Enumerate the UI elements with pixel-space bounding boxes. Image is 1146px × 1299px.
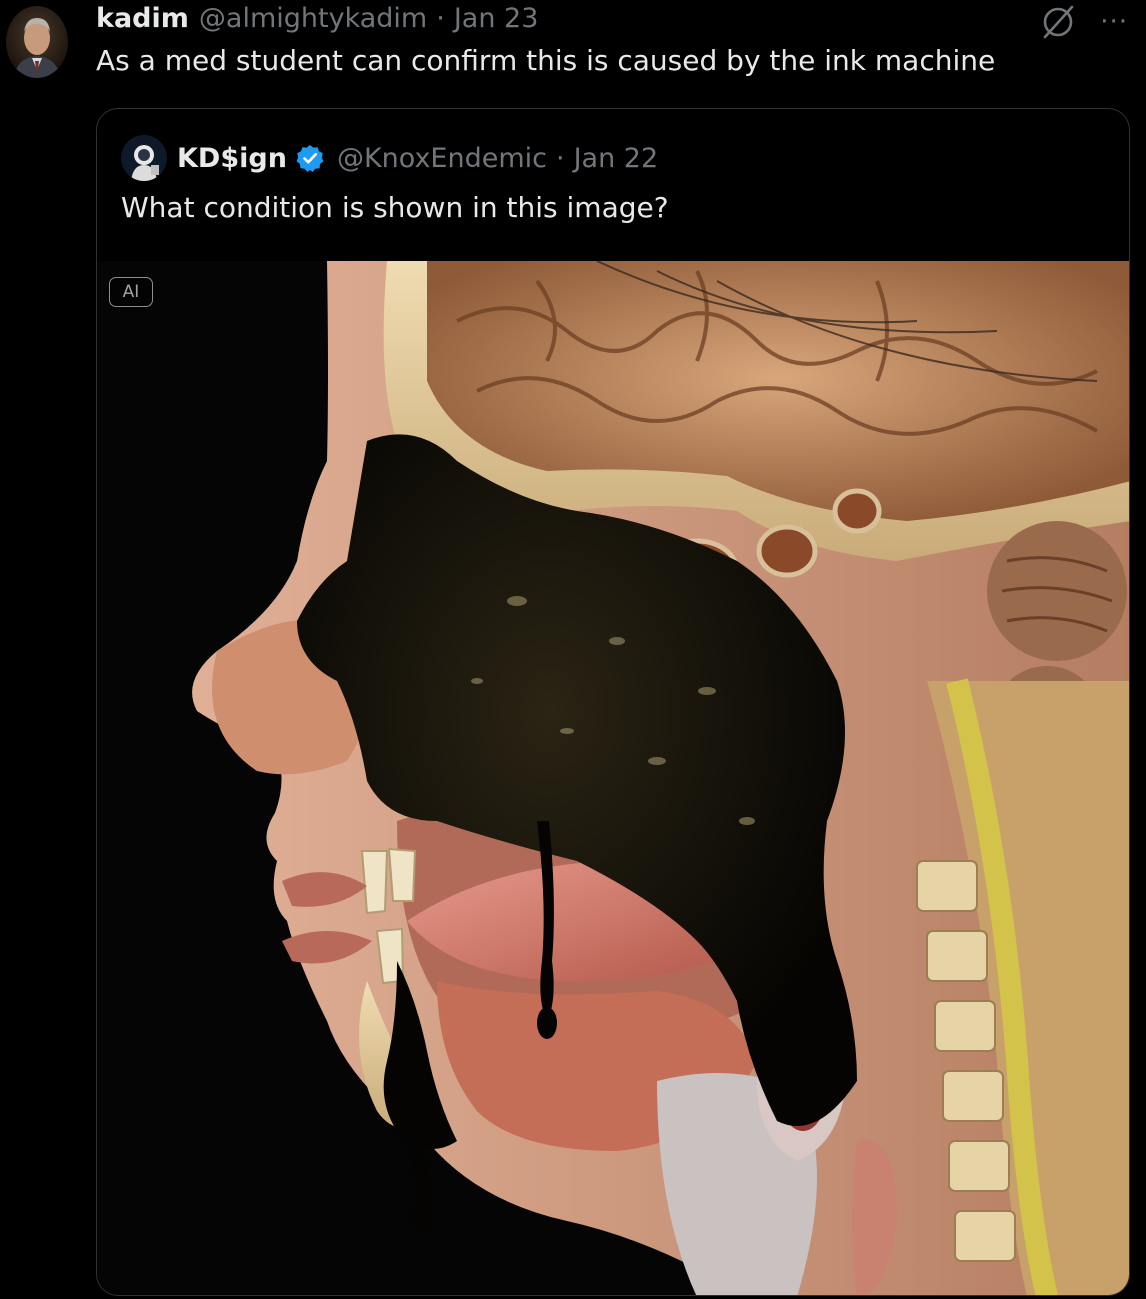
- quoted-tweet-text: What condition is shown in this image?: [121, 191, 669, 224]
- quoted-author-name[interactable]: KD$ign: [177, 143, 287, 174]
- quoted-tweet-media[interactable]: AI: [97, 261, 1129, 1295]
- tweet-text: As a med student can confirm this is cau…: [96, 44, 996, 77]
- quoted-header-separator: ·: [556, 142, 565, 174]
- header-separator: ·: [436, 2, 445, 34]
- author-handle[interactable]: @almightykadim: [199, 3, 427, 34]
- grok-icon[interactable]: [1038, 2, 1078, 42]
- more-options-icon[interactable]: ···: [1100, 9, 1128, 35]
- author-name[interactable]: kadim: [96, 3, 189, 34]
- quoted-author-avatar[interactable]: [121, 135, 167, 181]
- quoted-author-handle[interactable]: @KnoxEndemic: [337, 143, 547, 174]
- quoted-tweet-date[interactable]: Jan 22: [574, 143, 659, 174]
- quoted-tweet-card[interactable]: KD$ign @KnoxEndemic · Jan 22 What condit…: [96, 108, 1130, 1296]
- ai-badge: AI: [109, 277, 153, 307]
- quoted-tweet-header: KD$ign @KnoxEndemic · Jan 22: [121, 135, 658, 181]
- author-avatar[interactable]: [6, 6, 68, 78]
- tweet-actions: ···: [1038, 2, 1128, 42]
- verified-badge-icon: [295, 143, 325, 173]
- tweet-header: kadim @almightykadim · Jan 23: [96, 0, 538, 36]
- anatomical-head-cross-section-image: [97, 261, 1129, 1295]
- tweet-date[interactable]: Jan 23: [454, 3, 539, 34]
